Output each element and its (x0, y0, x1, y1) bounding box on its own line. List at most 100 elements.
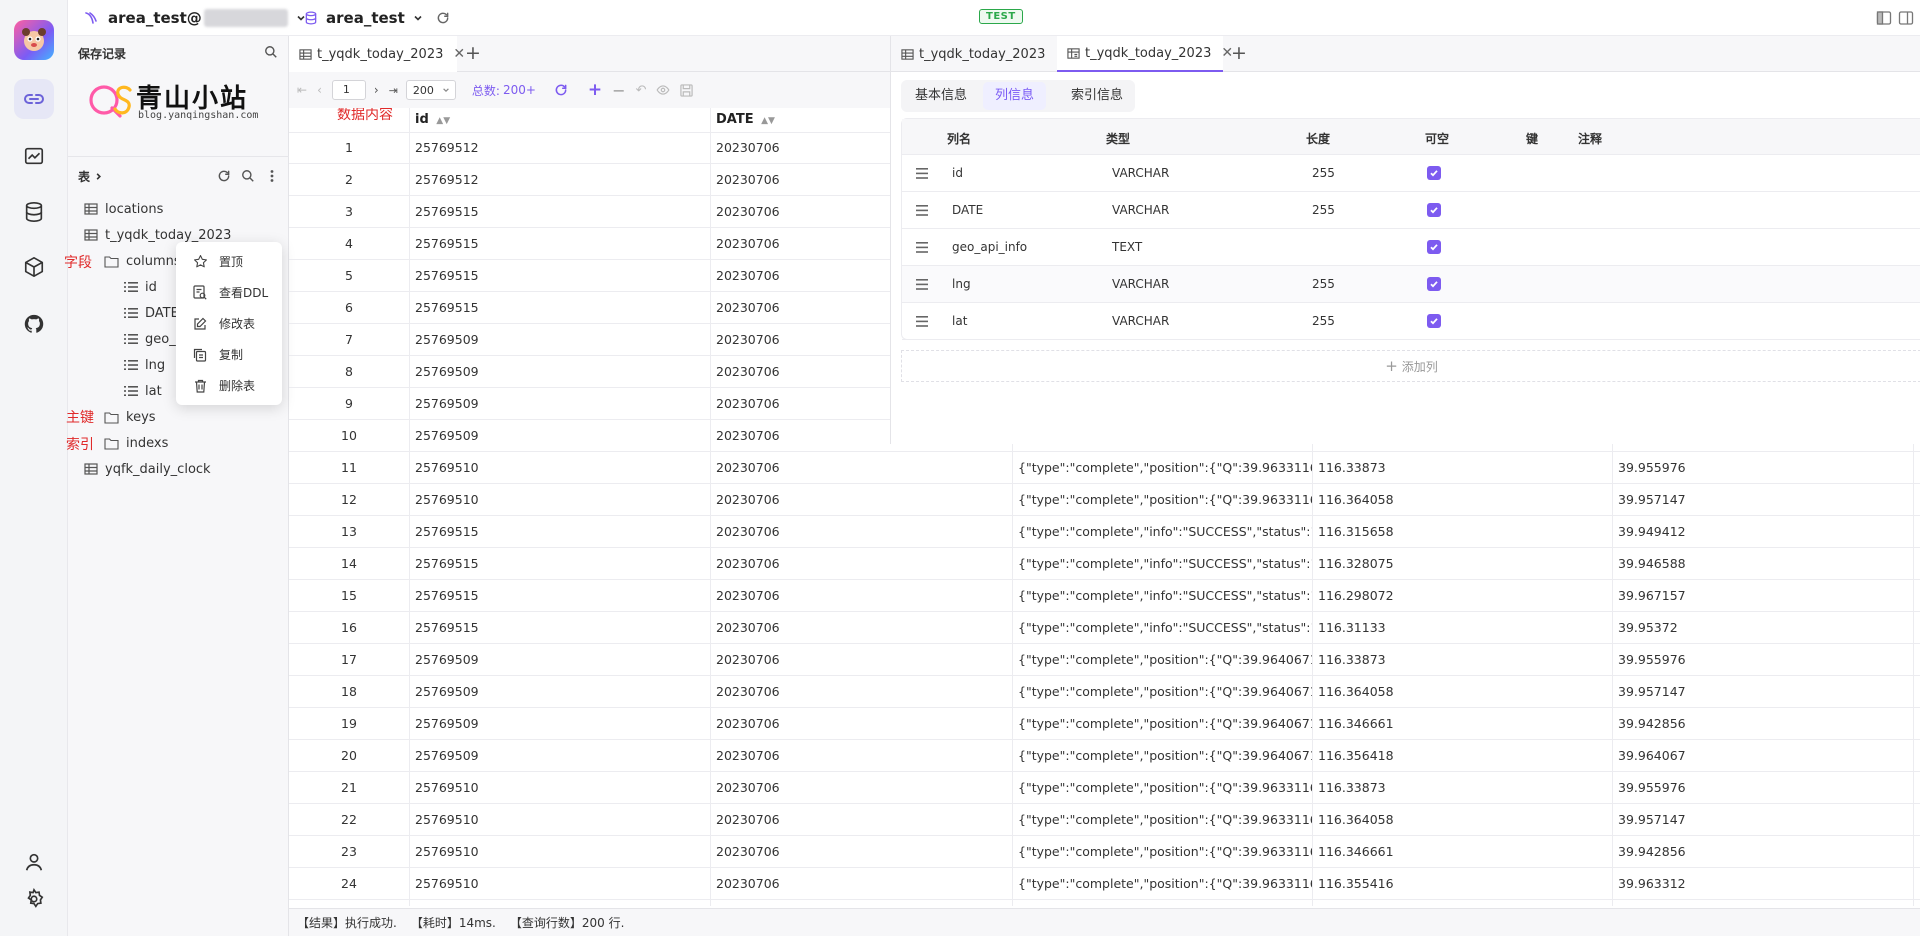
table-cell[interactable]: 25769515 (409, 228, 710, 260)
drag-handle-icon[interactable] (916, 279, 928, 290)
table-cell[interactable]: 39.942856 (1612, 836, 1912, 868)
table-cell[interactable]: {"type":"complete","position":{"Q":39.96… (1012, 676, 1312, 708)
table-cell[interactable]: {"type":"complete","position":{"Q":39.96… (1012, 772, 1312, 804)
table-cell[interactable]: 39.95372 (1612, 612, 1912, 644)
column-type[interactable]: VARCHAR (1112, 277, 1169, 291)
table-cell[interactable]: 25769515 (409, 580, 710, 612)
page-size-select[interactable]: 200 (405, 80, 456, 100)
drag-handle-icon[interactable] (916, 205, 928, 216)
table-cell[interactable]: {"type":"complete","position":{"Q":39.96… (1012, 836, 1312, 868)
menu-item-copy[interactable]: 复制 (176, 339, 282, 370)
delete-row-icon[interactable]: − (612, 81, 625, 100)
tab-t-yqdk-today-2023[interactable]: t_yqdk_today_2023 ✕ (289, 36, 465, 72)
table-cell[interactable]: 20230706 (710, 580, 1012, 612)
table-cell[interactable]: 25769515 (409, 260, 710, 292)
table-cell[interactable]: 116.298072 (1312, 580, 1612, 612)
table-cell[interactable]: 20230706 (710, 868, 1012, 900)
search-icon[interactable] (264, 45, 278, 59)
table-cell[interactable]: 25769515 (409, 612, 710, 644)
table-cell[interactable]: 25769515 (409, 292, 710, 324)
table-cell[interactable]: 25769509 (409, 324, 710, 356)
column-type[interactable]: VARCHAR (1112, 166, 1169, 180)
table-cell[interactable]: {"type":"complete","info":"SUCCESS","sta… (1012, 580, 1312, 612)
connections-nav-button[interactable] (14, 79, 54, 119)
table-cell[interactable]: 39.946588 (1612, 548, 1912, 580)
table-cell[interactable]: 20230706 (710, 484, 1012, 516)
eye-icon[interactable] (656, 83, 670, 97)
nullable-checkbox[interactable] (1427, 314, 1441, 328)
column-name[interactable]: geo_api_info (952, 240, 1027, 254)
plugins-nav-button[interactable] (14, 247, 54, 287)
tab-t-yqdk-today-2023-data[interactable]: t_yqdk_today_2023 (891, 36, 1057, 72)
table-cell[interactable]: 116.328075 (1312, 548, 1612, 580)
column-name[interactable]: lng (952, 277, 971, 291)
add-column-button[interactable]: + 添加列 (901, 350, 1920, 382)
table-cell[interactable]: 39.955976 (1612, 772, 1912, 804)
table-cell[interactable]: 20230706 (710, 516, 1012, 548)
table-cell[interactable]: 25769510 (409, 452, 710, 484)
table-row[interactable]: 15 25769515 20230706 {"type":"complete","in… (289, 580, 1920, 612)
drag-handle-icon[interactable] (916, 316, 928, 327)
table-cell[interactable]: {"type":"complete","position":{"Q":39.96… (1012, 708, 1312, 740)
segment-index-info[interactable]: 索引信息 (1059, 82, 1135, 110)
column-length[interactable]: 255 (1312, 277, 1335, 291)
table-cell[interactable]: 25769510 (409, 836, 710, 868)
table-cell[interactable]: {"type":"complete","position":{"Q":39.96… (1012, 452, 1312, 484)
table-row[interactable]: 20 25769509 20230706 {"type":"complete","po… (289, 740, 1920, 772)
column-header-date[interactable]: DATE ▲▼ (716, 108, 775, 132)
menu-item-edit-table[interactable]: 修改表 (176, 308, 282, 339)
table-cell[interactable]: {"type":"complete","info":"SUCCESS","sta… (1012, 612, 1312, 644)
tree-item-yqfk-daily-clock[interactable]: yqfk_daily_clock (84, 456, 211, 482)
table-cell[interactable]: 20230706 (710, 612, 1012, 644)
tree-item-column-id[interactable]: id (124, 274, 157, 300)
database-nav-button[interactable] (14, 192, 54, 232)
table-cell[interactable]: 25769509 (409, 420, 710, 452)
column-name[interactable]: id (952, 166, 963, 180)
table-cell[interactable]: 25769510 (409, 804, 710, 836)
table-cell[interactable]: 20230706 (710, 548, 1012, 580)
table-cell[interactable]: 20230706 (710, 740, 1012, 772)
table-cell[interactable]: {"type":"complete","position":{"Q":39.96… (1012, 804, 1312, 836)
table-row[interactable]: 17 25769509 20230706 {"type":"complete","po… (289, 644, 1920, 676)
table-cell[interactable]: {"type":"complete","position":{"Q":39.96… (1012, 740, 1312, 772)
tree-item-keys[interactable]: keys (104, 404, 156, 430)
toggle-left-panel-icon[interactable] (1876, 10, 1892, 26)
menu-item-pin[interactable]: 置顶 (176, 246, 282, 277)
nullable-checkbox[interactable] (1427, 240, 1441, 254)
table-cell[interactable]: 25769509 (409, 708, 710, 740)
close-icon[interactable]: ✕ (453, 46, 465, 62)
menu-item-delete-table[interactable]: 删除表 (176, 370, 282, 401)
table-cell[interactable]: 20230706 (710, 676, 1012, 708)
column-definition-row[interactable]: lat VARCHAR 255 (902, 303, 1920, 340)
table-cell[interactable]: 39.967157 (1612, 580, 1912, 612)
table-row[interactable]: 13 25769515 20230706 {"type":"complete","in… (289, 516, 1920, 548)
table-cell[interactable]: 116.315658 (1312, 516, 1612, 548)
add-row-icon[interactable]: + (588, 80, 602, 100)
segment-column-info[interactable]: 列信息 (983, 82, 1047, 110)
settings-nav-button[interactable] (14, 879, 54, 919)
table-cell[interactable]: 39.942856 (1612, 708, 1912, 740)
table-cell[interactable]: 39.955976 (1612, 644, 1912, 676)
table-cell[interactable]: 39.957147 (1612, 804, 1912, 836)
table-cell[interactable]: 25769515 (409, 548, 710, 580)
table-row[interactable]: 19 25769509 20230706 {"type":"complete","po… (289, 708, 1920, 740)
app-logo[interactable] (14, 20, 54, 60)
table-cell[interactable]: 39.964067 (1612, 740, 1912, 772)
nullable-checkbox[interactable] (1427, 277, 1441, 291)
tree-item-column-date[interactable]: DATE (124, 300, 179, 326)
sort-icon[interactable]: ▲▼ (436, 116, 450, 126)
column-definition-row[interactable]: DATE VARCHAR 255 (902, 192, 1920, 229)
dashboard-nav-button[interactable] (14, 136, 54, 176)
drag-handle-icon[interactable] (916, 168, 928, 179)
table-cell[interactable]: {"type":"complete","info":"SUCCESS","sta… (1012, 516, 1312, 548)
table-cell[interactable]: 39.963312 (1612, 868, 1912, 900)
table-cell[interactable]: 25769509 (409, 676, 710, 708)
table-cell[interactable]: 116.355416 (1312, 868, 1612, 900)
column-name[interactable]: DATE (952, 203, 983, 217)
table-cell[interactable]: 25769509 (409, 356, 710, 388)
undo-icon[interactable]: ↶ (636, 83, 647, 98)
drag-handle-icon[interactable] (916, 242, 928, 253)
table-cell[interactable]: 25769515 (409, 196, 710, 228)
add-tab-button[interactable]: + (1231, 42, 1247, 64)
tables-section-toggle[interactable]: 表 (78, 166, 103, 186)
